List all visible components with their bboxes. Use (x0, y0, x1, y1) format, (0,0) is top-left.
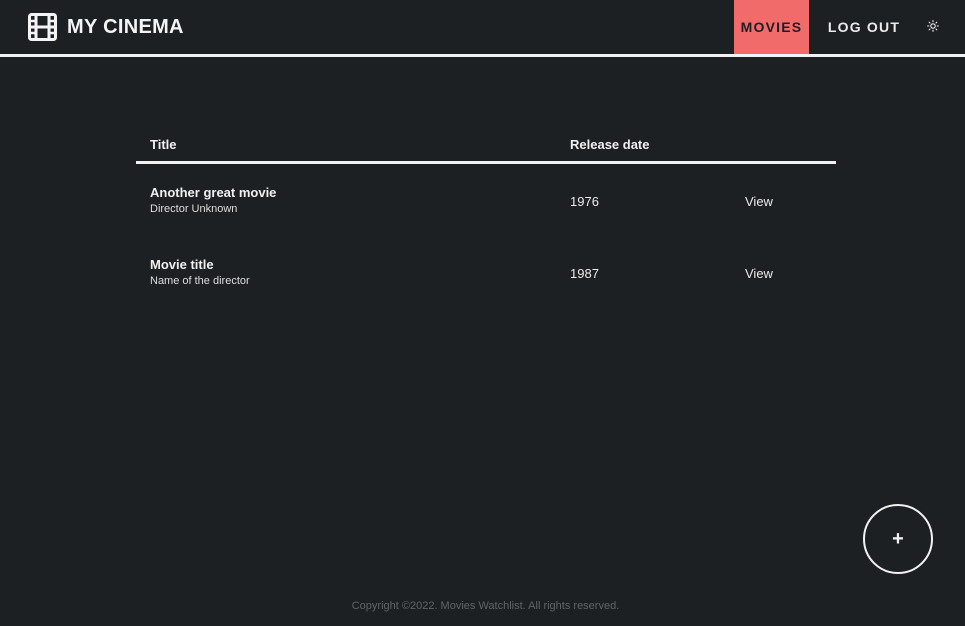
column-header-title: Title (150, 137, 177, 152)
add-movie-button[interactable]: + (863, 504, 933, 574)
nav-movies-link[interactable]: MOVIES (734, 0, 809, 54)
movie-info: Another great movie Director Unknown (150, 185, 276, 215)
release-year: 1987 (570, 266, 599, 281)
view-movie-link[interactable]: View (745, 194, 773, 209)
column-header-release-date: Release date (570, 137, 650, 152)
movie-director: Director Unknown (150, 203, 238, 215)
view-movie-link[interactable]: View (745, 266, 773, 281)
nav-logout-link[interactable]: LOG OUT (822, 0, 906, 54)
film-icon (28, 13, 57, 41)
sun-icon (927, 19, 939, 35)
table-header: Title Release date (136, 128, 836, 164)
movie-title: Movie title (150, 257, 214, 272)
movie-director: Name of the director (150, 275, 250, 287)
table-row: Another great movie Director Unknown 197… (136, 164, 836, 236)
release-year: 1976 (570, 194, 599, 209)
brand-name: MY CINEMA (67, 15, 184, 38)
navbar-divider (0, 54, 965, 57)
movie-info: Movie title Name of the director (150, 257, 250, 287)
table-row: Movie title Name of the director 1987 Vi… (136, 236, 836, 308)
movie-title: Another great movie (150, 185, 277, 200)
movies-table: Title Release date Another great movie D… (136, 128, 836, 308)
footer-copyright: Copyright ©2022. Movies Watchlist. All r… (351, 600, 620, 612)
theme-toggle-button[interactable] (922, 0, 944, 54)
top-navbar: MY CINEMA MOVIES LOG OUT (0, 0, 965, 54)
brand-link[interactable]: MY CINEMA (28, 13, 184, 41)
